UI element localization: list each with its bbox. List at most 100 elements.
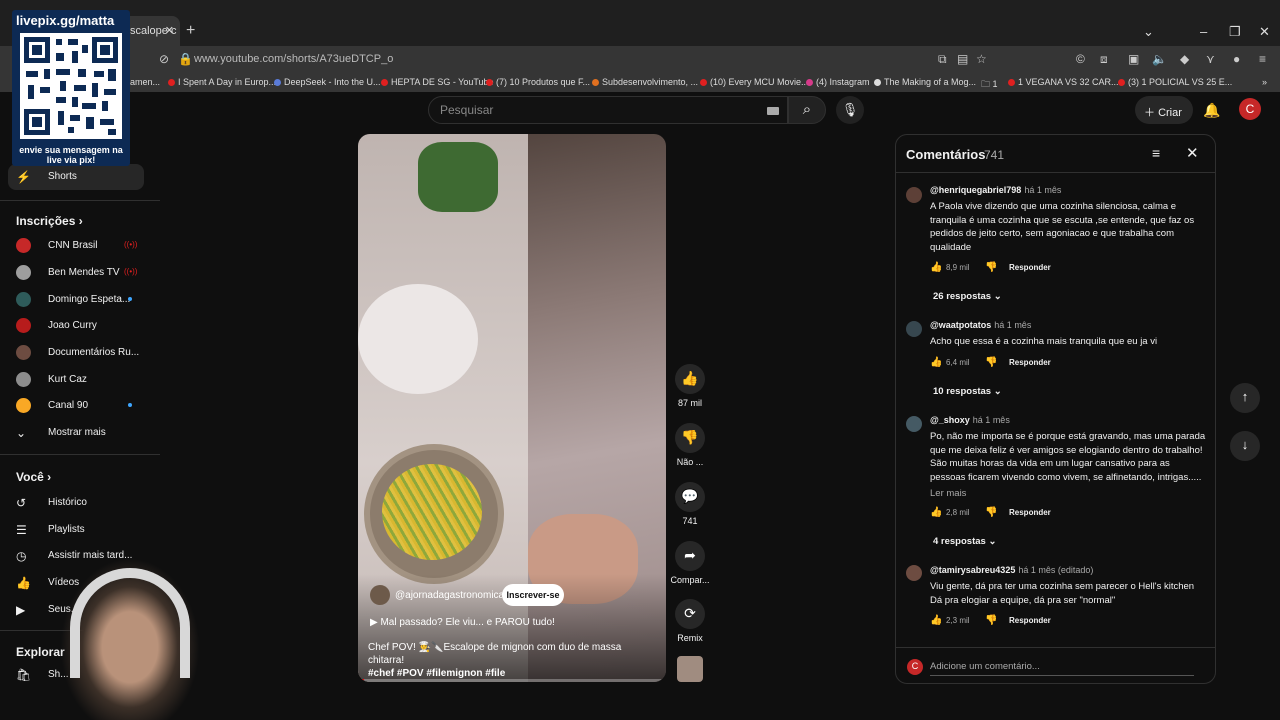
comments-button[interactable]: 💬 741 xyxy=(670,482,710,526)
commenter-avatar[interactable] xyxy=(906,416,922,432)
comment-date[interactable]: há 1 mês xyxy=(994,320,1031,330)
like-icon[interactable]: 👍 xyxy=(930,357,942,368)
bookmark-item[interactable]: (3) 1 POLICIAL VS 25 E... xyxy=(1118,77,1232,87)
bookmark-item[interactable]: (7) 10 Produtos que F... xyxy=(486,77,590,87)
create-button[interactable]: ＋ Criar xyxy=(1135,96,1193,124)
dislike-icon[interactable]: 👎 xyxy=(985,615,997,626)
new-tab-icon[interactable]: + xyxy=(186,22,195,40)
bookmark-item[interactable]: HEPTA DE SG - YouTube xyxy=(381,77,494,87)
like-button[interactable]: 👍 87 mil xyxy=(670,364,710,408)
extensions-icon[interactable]: ⧈ xyxy=(1100,52,1108,67)
sidebar-channel[interactable]: Documentários Ru... xyxy=(8,340,144,366)
reply-button[interactable]: Responder xyxy=(1009,616,1051,625)
reply-button[interactable]: Responder xyxy=(1009,263,1051,272)
tab-list-icon[interactable]: ⌄ xyxy=(1143,24,1154,40)
channel-name[interactable]: @ajornadagastronomica xyxy=(395,590,504,601)
bookmark-item[interactable]: (10) Every MCU Movie... xyxy=(700,77,809,87)
like-icon[interactable]: 👍 xyxy=(930,507,942,518)
avatar[interactable]: C xyxy=(1239,98,1261,120)
you-heading[interactable]: Você › xyxy=(16,470,51,484)
subscribe-button[interactable]: Inscrever-se xyxy=(502,584,564,606)
reload-icon[interactable]: ⊘ xyxy=(159,52,169,66)
video-suggested-title[interactable]: ▶ Mal passado? Ele viu... e PAROU tudo! xyxy=(370,617,555,628)
more-bookmarks-icon[interactable]: » xyxy=(1262,77,1267,87)
bookmark-star-icon[interactable]: ☆ xyxy=(976,52,987,66)
reply-button[interactable]: Responder xyxy=(1009,358,1051,367)
dislike-button[interactable]: 👎 Não ... xyxy=(670,423,710,467)
extension-icon[interactable]: ▣ xyxy=(1128,52,1139,66)
sidebar-item-playlists[interactable]: ☰ Playlists xyxy=(8,517,144,543)
subscriptions-heading[interactable]: Inscrições › xyxy=(16,214,83,228)
extension-c-icon[interactable]: © xyxy=(1076,52,1085,66)
minimize-icon[interactable]: – xyxy=(1200,24,1207,39)
hashtags[interactable]: #chef #POV #filemignon #file xyxy=(368,668,505,679)
close-tab-icon[interactable]: ✕ xyxy=(165,24,174,37)
bookmark-item[interactable]: (4) Instagram xyxy=(806,77,870,87)
close-icon[interactable]: ✕ xyxy=(1186,144,1199,162)
more-options-icon[interactable]: ⋮ xyxy=(1210,562,1215,576)
profile-extension-icon[interactable]: ● xyxy=(1233,52,1240,66)
dislike-icon[interactable]: 👎 xyxy=(985,357,997,368)
more-options-icon[interactable]: ⋮ xyxy=(1210,412,1215,426)
sidebar-channel[interactable]: Canal 90 xyxy=(8,393,144,419)
read-more-link[interactable]: Ler mais xyxy=(930,488,1206,499)
comment-author[interactable]: @_shoxy xyxy=(930,415,970,425)
shorts-video[interactable]: @ajornadagastronomica Inscrever-se ▶ Mal… xyxy=(358,134,666,682)
bookmark-folder[interactable]: 🗀 1 xyxy=(981,77,998,92)
bell-icon[interactable]: 🔔 xyxy=(1203,102,1220,119)
extension-bird-icon[interactable]: ⋎ xyxy=(1206,52,1215,66)
bookmark-item[interactable]: 1 VEGANA VS 32 CAR... xyxy=(1008,77,1119,87)
like-icon[interactable]: 👍 xyxy=(930,615,942,626)
commenter-avatar[interactable] xyxy=(906,321,922,337)
comment-date[interactable]: há 1 mês xyxy=(973,415,1010,425)
keyboard-icon[interactable] xyxy=(767,107,779,115)
bookmark-item[interactable]: DeepSeek - Into the U... xyxy=(274,77,381,87)
url-field[interactable]: www.youtube.com/shorts/A73ueDTCP_o xyxy=(194,53,393,65)
previous-short-button[interactable]: ↑ xyxy=(1230,383,1260,413)
more-options-icon[interactable]: ⋮ xyxy=(1210,317,1215,331)
show-more-button[interactable]: ⌄ Mostrar mais xyxy=(8,420,144,446)
remix-button[interactable]: ⟳ Remix xyxy=(670,599,710,643)
install-icon[interactable]: ⧉ xyxy=(938,52,947,67)
sidebar-channel[interactable]: Joao Curry xyxy=(8,313,144,339)
bookmark-item[interactable]: I Spent A Day in Europ... xyxy=(168,77,276,87)
comment-date[interactable]: há 1 mês xyxy=(1024,185,1061,195)
sidebar-item-shorts[interactable]: ⚡ Shorts xyxy=(8,164,144,190)
more-options-icon[interactable]: ⋮ xyxy=(1210,182,1215,196)
search-input[interactable]: Pesquisar xyxy=(428,96,788,124)
sound-thumbnail[interactable] xyxy=(677,656,703,682)
replies-toggle[interactable]: 4 respostas ⌄ xyxy=(933,536,996,547)
replies-toggle[interactable]: 26 respostas ⌄ xyxy=(933,291,1002,302)
bookmark-item[interactable]: amen... xyxy=(130,77,160,87)
search-button[interactable]: ⌕ xyxy=(788,96,826,124)
bookmark-item[interactable]: The Making of a Mog... xyxy=(874,77,976,87)
add-comment-input[interactable]: Adicione um comentário... xyxy=(930,661,1194,676)
comment-author[interactable]: @waatpotatos xyxy=(930,320,991,330)
comment-date[interactable]: há 1 mês (editado) xyxy=(1018,565,1093,575)
comment-author[interactable]: @tamirysabreu4325 xyxy=(930,565,1015,575)
sidebar-item-history[interactable]: ↺ Histórico xyxy=(8,490,144,516)
share-button[interactable]: ➦ Compar... xyxy=(670,541,710,585)
progress-bar[interactable] xyxy=(358,679,666,682)
commenter-avatar[interactable] xyxy=(906,565,922,581)
sort-icon[interactable]: ≡ xyxy=(1152,145,1160,161)
reader-icon[interactable]: ▤ xyxy=(957,52,968,66)
sidebar-channel[interactable]: Domingo Espeta... xyxy=(8,287,144,313)
bookmark-item[interactable]: Subdesenvolvimento, ... xyxy=(592,77,698,87)
comment-author[interactable]: @henriquegabriel798 xyxy=(930,185,1021,195)
extension-purple-icon[interactable]: ◆ xyxy=(1180,52,1189,66)
like-icon[interactable]: 👍 xyxy=(930,262,942,273)
sidebar-channel[interactable]: CNN Brasil ((•)) xyxy=(8,233,144,259)
window-close-icon[interactable]: ✕ xyxy=(1259,24,1270,40)
restore-icon[interactable]: ❐ xyxy=(1229,24,1241,40)
sidebar-channel[interactable]: Ben Mendes TV ((•)) xyxy=(8,260,144,286)
sidebar-channel[interactable]: Kurt Caz xyxy=(8,367,144,393)
menu-icon[interactable]: ≡ xyxy=(1259,52,1266,66)
next-short-button[interactable]: ↓ xyxy=(1230,431,1260,461)
dislike-icon[interactable]: 👎 xyxy=(985,262,997,273)
replies-toggle[interactable]: 10 respostas ⌄ xyxy=(933,386,1002,397)
volume-icon[interactable]: 🔈 xyxy=(1152,52,1167,66)
commenter-avatar[interactable] xyxy=(906,187,922,203)
site-info-icon[interactable]: 🔒 xyxy=(178,52,193,66)
dislike-icon[interactable]: 👎 xyxy=(985,507,997,518)
